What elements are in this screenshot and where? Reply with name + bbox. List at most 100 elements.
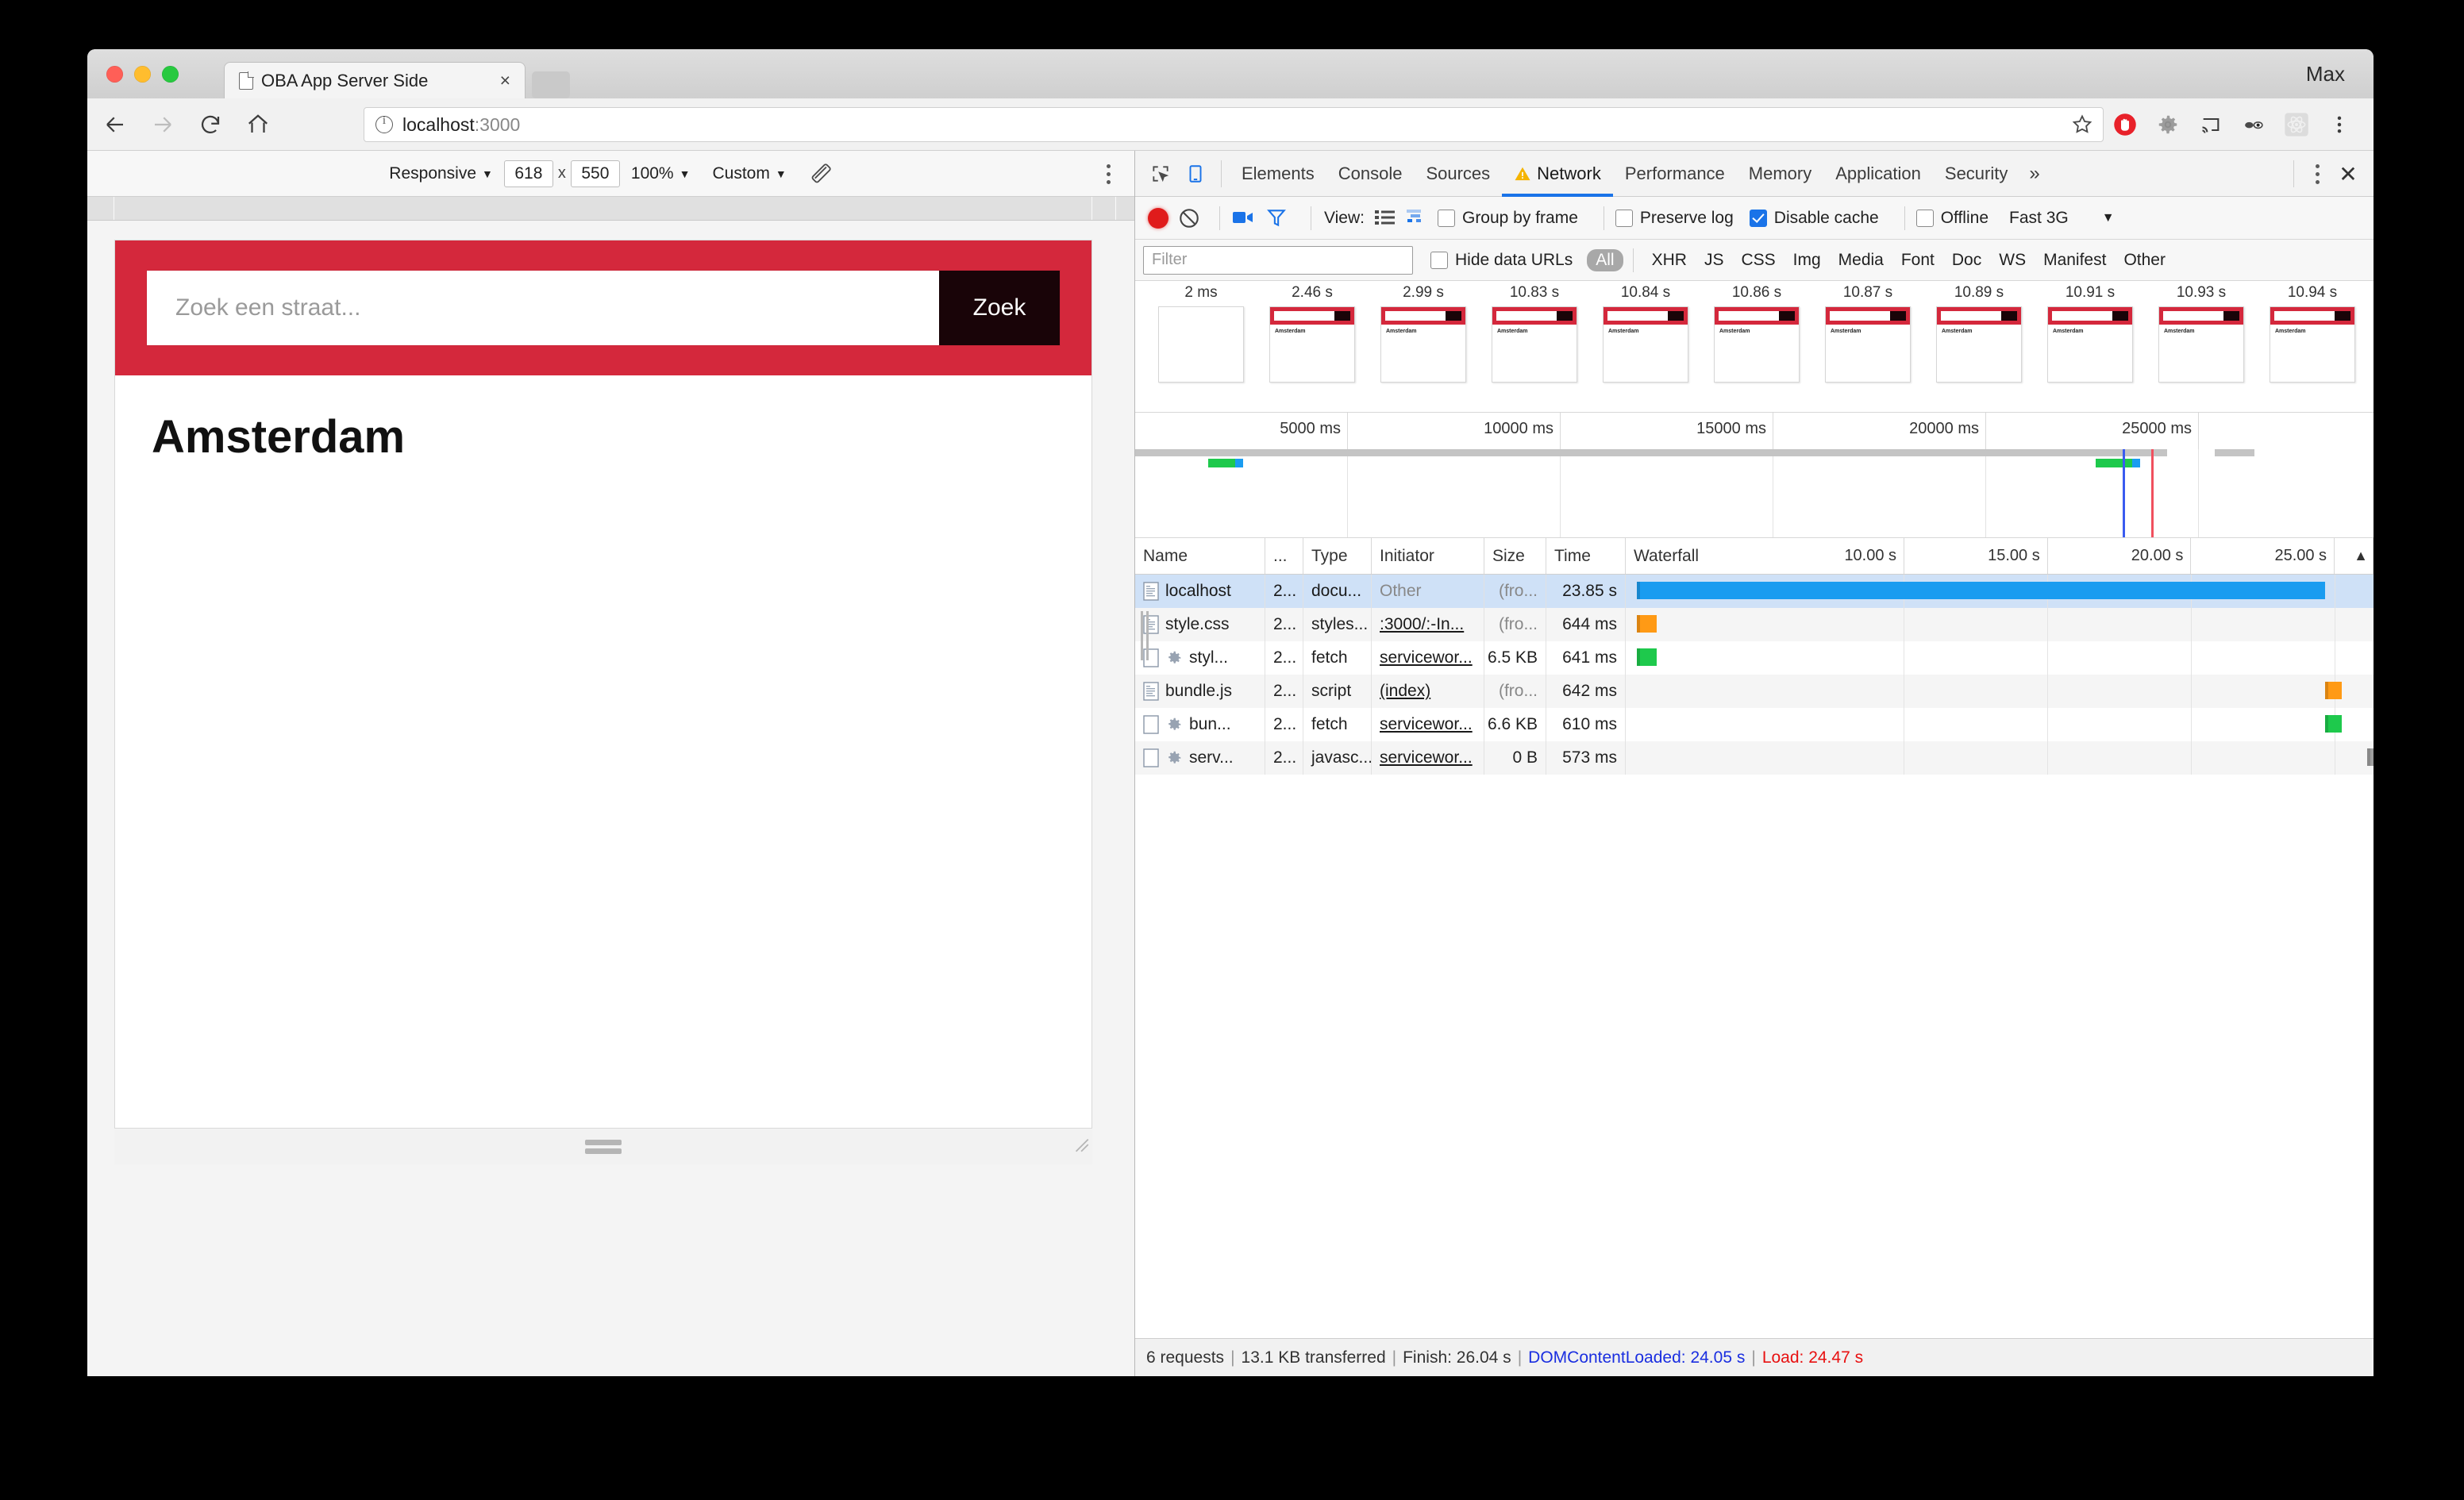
filmstrip-frame[interactable]: 2.46 s Amsterdam [1257, 284, 1367, 383]
search-input[interactable] [147, 271, 939, 345]
filter-type-manifest[interactable]: Manifest [2035, 249, 2115, 271]
filmstrip-frame[interactable]: 10.93 s Amsterdam [2146, 284, 2256, 383]
filmstrip-frame[interactable]: 2.99 s Amsterdam [1369, 284, 1478, 383]
waterfall-bar[interactable] [2324, 715, 2343, 733]
tab-network[interactable]: Network [1502, 151, 1613, 197]
device-options-menu[interactable] [1096, 160, 1120, 187]
column-header-initiator[interactable]: Initiator [1372, 538, 1484, 574]
filmstrip-thumbnail[interactable]: Amsterdam [2270, 306, 2355, 383]
column-header-waterfall[interactable]: Waterfall 10.00 s 15.00 s 20.00 s 25.00 s ▲ [1626, 538, 2374, 574]
device-select[interactable]: Responsive ▼ [378, 164, 504, 183]
zoom-select[interactable]: 100% ▼ [620, 164, 702, 183]
filmstrip[interactable]: 2 ms 2.46 s Amsterdam 2.99 s Amsterdam 10.83 … [1135, 281, 2374, 413]
hide-data-urls-checkbox[interactable]: Hide data URLs [1430, 251, 1573, 270]
filmstrip-thumbnail[interactable]: Amsterdam [1380, 306, 1466, 383]
filmstrip-frame[interactable]: 10.89 s Amsterdam [1924, 284, 2034, 383]
table-row[interactable]: styl... 2... fetch servicewor... 6.5 KB 641 m… [1135, 641, 2374, 675]
checkbox-icon[interactable] [1915, 209, 1934, 227]
clear-button[interactable] [1178, 207, 1200, 229]
cell-waterfall[interactable] [1626, 708, 2374, 741]
devtools-settings-menu-icon[interactable] [2305, 160, 2329, 187]
filter-type-xhr[interactable]: XHR [1643, 249, 1696, 271]
react-devtools-icon[interactable] [2277, 105, 2316, 144]
column-header-name[interactable]: Name [1135, 538, 1265, 574]
cell-name[interactable]: bundle.js [1135, 675, 1265, 708]
gear-extension-icon[interactable] [2148, 105, 2188, 144]
resize-grip-icon[interactable] [585, 1137, 622, 1157]
column-header-type[interactable]: Type [1303, 538, 1372, 574]
adblock-icon[interactable] [2105, 105, 2145, 144]
filmstrip-thumbnail[interactable]: Amsterdam [2047, 306, 2133, 383]
maximize-window-button[interactable] [162, 66, 179, 83]
toggle-device-toolbar-icon[interactable] [1178, 156, 1213, 191]
overview-body[interactable] [1135, 449, 2374, 537]
list-view-icon[interactable] [1374, 208, 1398, 229]
filmstrip-thumbnail[interactable]: Amsterdam [1492, 306, 1577, 383]
filter-input[interactable] [1143, 245, 1413, 275]
table-row[interactable]: serv... 2... javasc... servicewor... 0 B 573 … [1135, 741, 2374, 775]
table-row[interactable]: bundle.js 2... script (index) (fro... 642 ms [1135, 675, 2374, 708]
waterfall-bar[interactable] [2324, 682, 2343, 699]
filter-type-font[interactable]: Font [1892, 249, 1943, 271]
minimize-window-button[interactable] [134, 66, 151, 83]
viewport-height-input[interactable]: 550 [570, 160, 620, 187]
cell-initiator[interactable]: Other [1372, 575, 1484, 608]
cell-name[interactable]: bun... [1135, 708, 1265, 741]
throttling-select[interactable]: Custom ▼ [701, 164, 797, 183]
checkbox-icon[interactable] [1749, 209, 1767, 227]
table-row[interactable]: style.css 2... styles...:3000/:-In... (fro.… [1135, 608, 2374, 641]
tab-security[interactable]: Security [1933, 151, 2019, 197]
home-button[interactable] [238, 105, 278, 144]
bookmark-star-icon[interactable] [2062, 105, 2102, 144]
initiator-link[interactable]: servicewor... [1380, 748, 1473, 767]
tab-elements[interactable]: Elements [1230, 151, 1326, 197]
reload-button[interactable] [191, 105, 230, 144]
cell-name[interactable]: localhost [1135, 575, 1265, 608]
cell-name[interactable]: serv... [1135, 741, 1265, 775]
group-by-frame-checkbox[interactable]: Group by frame [1437, 209, 1578, 228]
new-tab-button[interactable] [532, 71, 570, 98]
browser-tab[interactable]: OBA App Server Side × [224, 62, 526, 98]
filmstrip-frame[interactable]: 2 ms [1146, 284, 1256, 383]
filmstrip-frame[interactable]: 10.83 s Amsterdam [1480, 284, 1589, 383]
rotate-button[interactable] [798, 162, 844, 186]
checkbox-icon[interactable] [1437, 209, 1455, 227]
waterfall-bar[interactable] [1637, 582, 2325, 599]
filmstrip-thumbnail[interactable] [1158, 306, 1244, 383]
column-header-size[interactable]: Size [1484, 538, 1546, 574]
overview-scroll-strip[interactable] [1135, 449, 2167, 456]
checkbox-icon[interactable] [1615, 209, 1633, 227]
overview-scroll-strip[interactable] [2215, 449, 2254, 456]
profile-name-label[interactable]: Max [2306, 62, 2345, 87]
waterfall-bar[interactable] [1637, 615, 1657, 633]
cell-waterfall[interactable] [1626, 641, 2374, 675]
waterfall-view-icon[interactable] [1406, 208, 1430, 229]
table-scrollbar[interactable] [1135, 538, 1148, 1338]
close-tab-icon[interactable]: × [495, 70, 515, 91]
initiator-link[interactable]: servicewor... [1380, 715, 1473, 734]
filmstrip-thumbnail[interactable]: Amsterdam [1936, 306, 2022, 383]
cell-name[interactable]: styl... [1135, 641, 1265, 675]
cell-waterfall[interactable] [1626, 575, 2374, 608]
filmstrip-frame[interactable]: 10.94 s Amsterdam [2258, 284, 2367, 383]
filter-type-doc[interactable]: Doc [1943, 249, 1990, 271]
disable-cache-checkbox[interactable]: Disable cache [1749, 209, 1879, 228]
filmstrip-frame[interactable]: 10.84 s Amsterdam [1591, 284, 1700, 383]
filter-type-all[interactable]: All [1587, 248, 1623, 271]
filmstrip-frame[interactable]: 10.87 s Amsterdam [1813, 284, 1923, 383]
tab-application[interactable]: Application [1823, 151, 1933, 197]
network-throttle-value[interactable]: Fast 3G [2009, 209, 2069, 228]
cell-initiator[interactable]: servicewor... [1372, 741, 1484, 775]
address-bar[interactable]: localhost:3000 [364, 107, 2104, 142]
initiator-link[interactable]: servicewor... [1380, 648, 1473, 667]
tab-memory[interactable]: Memory [1737, 151, 1823, 197]
viewport-corner-resize-handle[interactable] [1070, 1133, 1091, 1154]
filter-type-js[interactable]: JS [1696, 249, 1733, 271]
table-row[interactable]: localhost 2... docu... Other (fro... 23.85 s [1135, 575, 2374, 608]
filmstrip-frame[interactable]: 10.Amsterdam [2369, 284, 2374, 383]
initiator-link[interactable]: :3000/:-In... [1380, 615, 1464, 634]
back-button[interactable] [95, 105, 135, 144]
cell-initiator[interactable]: :3000/:-In... [1372, 608, 1484, 641]
column-header-[interactable]: ... [1265, 538, 1303, 574]
filter-type-ws[interactable]: WS [1990, 249, 2035, 271]
